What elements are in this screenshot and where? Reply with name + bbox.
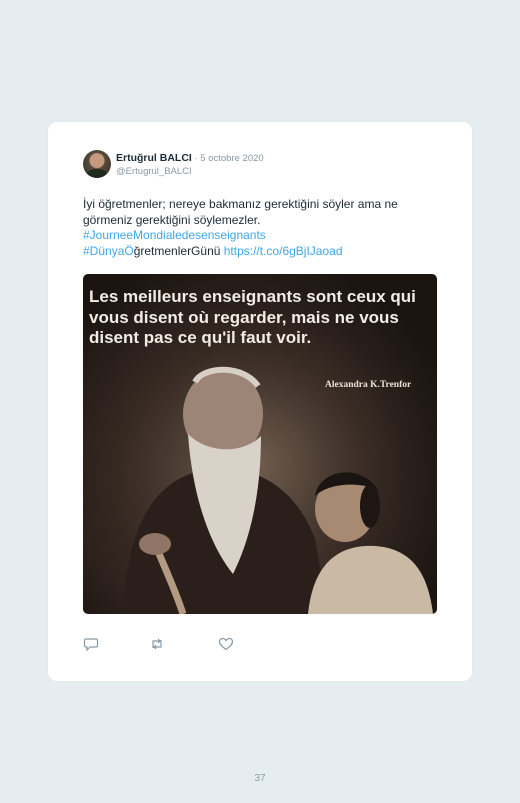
hashtag-continuation: ğretmenlerGünü: [133, 243, 224, 258]
image-quote: Les meilleurs enseignants sont ceux qui …: [89, 287, 416, 347]
retweet-icon[interactable]: [149, 636, 165, 652]
tweet-date[interactable]: 5 octobre 2020: [200, 153, 263, 164]
tweet-card: Ertuğrul BALCI · 5 octobre 2020 @Ertugru…: [48, 122, 472, 681]
avatar[interactable]: [83, 150, 111, 178]
avatar-shoulders: [86, 169, 108, 178]
image-quote-author: Alexandra K.Trenfor: [325, 380, 412, 390]
tweet-url-link[interactable]: https://t.co/6gBjIJaoad: [224, 244, 343, 258]
author-name[interactable]: Ertuğrul BALCI: [116, 152, 192, 164]
hashtag-link[interactable]: #JourneeMondialedesenseignants: [83, 228, 443, 244]
tweet-text-line-1: İyi öğretmenler; nereye bakmanız gerekti…: [83, 197, 398, 211]
page-number: 37: [254, 773, 266, 784]
tweet-image[interactable]: Les meilleurs enseignants sont ceux qui …: [83, 274, 437, 614]
heart-icon[interactable]: [218, 636, 234, 652]
tweet-text: İyi öğretmenler; nereye bakmanız gerekti…: [83, 197, 443, 259]
tweet-text-line-2: görmeniz gerektiğini söylemezler.: [83, 212, 261, 227]
reply-icon[interactable]: [83, 636, 99, 652]
separator-dot: ·: [191, 153, 201, 164]
tweet-header: Ertuğrul BALCI · 5 octobre 2020: [116, 152, 264, 164]
author-handle[interactable]: @Ertugrul_BALCI: [116, 166, 192, 177]
hashtag-link[interactable]: #DünyaÖ: [83, 244, 134, 258]
